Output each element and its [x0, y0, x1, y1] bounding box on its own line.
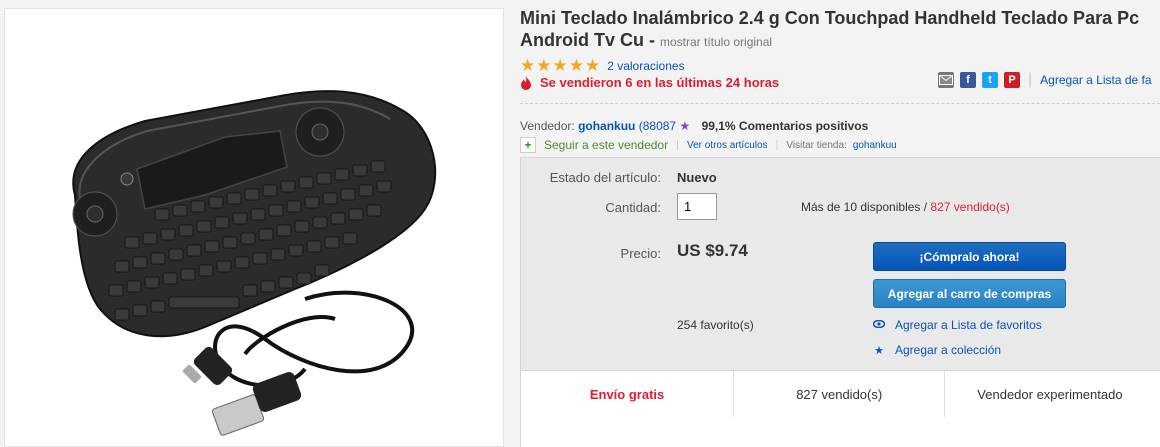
recent-sales-text: Se vendieron 6 en las últimas 24 horas	[540, 75, 780, 90]
availability: Más de 10 disponibles / 827 vendido(s)	[801, 200, 1010, 214]
ratings-count-link[interactable]: 2 valoraciones	[607, 59, 684, 73]
condition-value: Nuevo	[677, 170, 717, 185]
add-to-collection-text[interactable]: Agregar a colección	[895, 343, 1001, 357]
divider: |	[1028, 71, 1033, 88]
facebook-icon[interactable]: f	[960, 72, 976, 88]
star-badge-icon: ★	[679, 119, 691, 133]
product-image	[72, 90, 437, 436]
seller-actions: + Seguir a este vendedor | Ver otros art…	[520, 137, 897, 153]
divider: |	[676, 139, 679, 151]
divider: |	[775, 139, 779, 151]
add-to-watchlist-text[interactable]: Agregar a Lista de favoritos	[895, 318, 1042, 332]
sold-count-badge: 827 vendido(s)	[734, 371, 946, 417]
see-other-items-link[interactable]: Ver otros artículos	[687, 140, 768, 151]
condition-label: Estado del artículo:	[549, 170, 661, 185]
quantity-input[interactable]	[677, 193, 717, 220]
product-title: Mini Teclado Inalámbrico 2.4 g Con Touch…	[520, 8, 1140, 50]
plus-icon[interactable]: +	[520, 137, 536, 153]
rating-stars-icon: ★★★★★	[520, 56, 602, 75]
buy-now-button[interactable]: ¡Cómpralo ahora!	[873, 242, 1066, 271]
twitter-icon[interactable]: t	[982, 72, 998, 88]
divider	[520, 103, 1160, 104]
recent-sales-alert: Se vendieron 6 en las últimas 24 horas	[520, 75, 779, 90]
seller-feedback-score[interactable]: (88087	[639, 119, 676, 133]
purchase-box: Estado del artículo: Nuevo Cantidad: Más…	[520, 157, 1160, 447]
available-text: Más de 10 disponibles /	[801, 200, 928, 214]
price-label: Precio:	[620, 246, 661, 261]
add-to-collection-action[interactable]: ★ Agregar a colección	[873, 343, 1001, 357]
seller-label: Vendedor:	[520, 119, 575, 133]
pinterest-icon[interactable]: P	[1004, 72, 1020, 88]
store-name-link[interactable]: gohankuu	[853, 140, 897, 151]
eye-icon	[872, 319, 886, 331]
sold-count-link[interactable]: 827 vendido(s)	[930, 200, 1009, 214]
show-original-title-link[interactable]: mostrar título original	[660, 35, 772, 49]
product-image-panel[interactable]	[4, 8, 504, 447]
positive-feedback: 99,1% Comentarios positivos	[701, 119, 869, 133]
quantity-label: Cantidad:	[605, 200, 661, 215]
watchers-count: 254 favorito(s)	[677, 318, 754, 332]
follow-seller-link[interactable]: Seguir a este vendedor	[544, 138, 668, 152]
price-value: US $9.74	[677, 241, 748, 260]
email-icon[interactable]	[938, 72, 954, 88]
star-icon: ★	[874, 344, 884, 357]
visit-store-label: Visitar tienda:	[786, 139, 847, 151]
add-to-cart-button[interactable]: Agregar al carro de compras	[873, 279, 1066, 308]
experienced-seller-badge: Vendedor experimentado	[977, 386, 1123, 402]
share-bar: f t P | Agregar a Lista de fa	[938, 71, 1152, 89]
highlights-bar: Envío gratis 827 vendido(s) Vendedor exp…	[521, 370, 1160, 447]
flame-icon	[521, 75, 531, 90]
add-to-watchlist-action[interactable]: Agregar a Lista de favoritos	[872, 318, 1042, 332]
rating: ★★★★★ 2 valoraciones	[520, 56, 685, 76]
free-shipping-badge: Envío gratis	[521, 371, 735, 417]
seller-name-link[interactable]: gohankuu	[578, 119, 635, 133]
add-to-watchlist-link[interactable]: Agregar a Lista de fa	[1040, 73, 1151, 87]
seller-info: Vendedor: gohankuu (88087 ★ 99,1% Coment…	[520, 119, 868, 133]
